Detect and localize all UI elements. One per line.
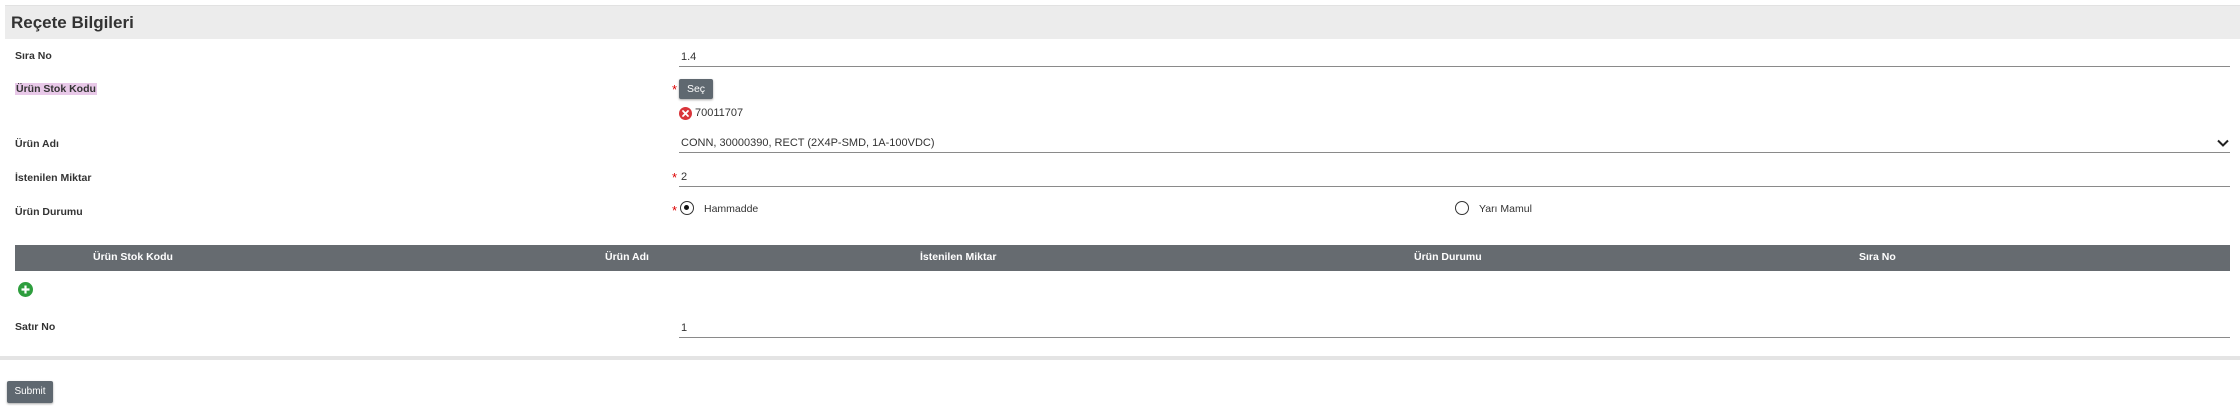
column-header: Ürün Stok Kodu [93,251,173,263]
column-header: Sıra No [1859,251,1896,263]
radio-yari-mamul-label: Yarı Mamul [1479,203,1532,215]
sira-no-input[interactable]: 1.4 [679,48,2230,67]
urun-adi-label: Ürün Adı [15,138,59,150]
urun-stok-kodu-label: Ürün Stok Kodu [15,83,97,95]
istenilen-miktar-label: İstenilen Miktar [15,172,92,184]
required-marker: * [672,82,678,97]
select-button[interactable]: Seç [679,79,713,99]
radio-hammadde-label: Hammadde [704,203,759,215]
required-marker: * [672,203,678,218]
chevron-down-icon[interactable] [2216,136,2230,150]
radio-yari-mamul[interactable] [1455,201,1469,215]
submit-button[interactable]: Submit [7,381,53,403]
urun-durumu-label: Ürün Durumu [15,206,83,218]
column-header: Ürün Durumu [1414,251,1482,263]
urun-adi-select[interactable]: CONN, 30000390, RECT (2X4P-SMD, 1A-100VD… [679,134,2230,153]
urun-adi-value: CONN, 30000390, RECT (2X4P-SMD, 1A-100VD… [681,137,935,149]
radio-hammadde[interactable] [680,201,694,215]
satir-no-input[interactable]: 1 [679,319,2230,338]
panel-title: Reçete Bilgileri [11,13,134,32]
istenilen-miktar-value: 2 [681,171,688,183]
sira-no-value: 1.4 [681,51,697,63]
radio-selected-dot [684,205,689,210]
table-header: Ürün Stok Kodu Ürün Adı İstenilen Miktar… [15,245,2230,271]
panel-header: Reçete Bilgileri [5,5,2240,39]
x-circle-icon[interactable] [679,107,692,120]
column-header: İstenilen Miktar [920,251,997,263]
sira-no-label: Sıra No [15,50,52,62]
column-header: Ürün Adı [605,251,649,263]
required-marker: * [672,170,678,185]
satir-no-label: Satır No [15,321,56,333]
divider [0,356,2240,360]
plus-circle-icon[interactable] [18,282,33,297]
selected-code: 70011707 [695,107,744,119]
istenilen-miktar-input[interactable]: 2 [679,168,2230,187]
satir-no-value: 1 [681,322,688,334]
